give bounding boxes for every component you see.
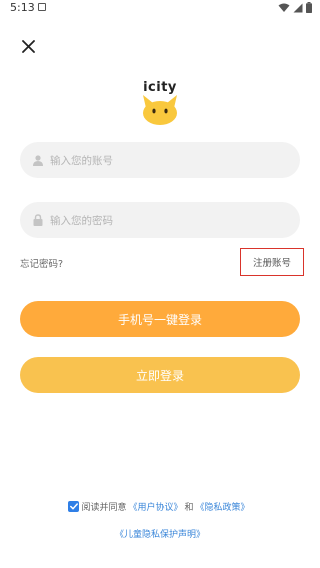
account-input[interactable]: 输入您的账号 bbox=[20, 142, 300, 178]
register-link[interactable]: 注册账号 bbox=[240, 248, 304, 276]
user-icon bbox=[32, 154, 44, 166]
agreement-row: 阅读并同意 《用户协议》 和 《隐私政策》 bbox=[0, 500, 320, 513]
check-icon bbox=[70, 503, 78, 510]
status-time: 5:13 bbox=[10, 1, 35, 14]
notification-icon bbox=[38, 3, 46, 11]
password-placeholder: 输入您的密码 bbox=[50, 214, 113, 227]
forgot-password-link[interactable]: 忘记密码? bbox=[20, 258, 63, 272]
app-logo: icity bbox=[138, 80, 182, 126]
agreement-and: 和 bbox=[184, 503, 194, 513]
password-input[interactable]: 输入您的密码 bbox=[20, 202, 300, 238]
battery-icon bbox=[306, 2, 312, 13]
children-privacy-link[interactable]: 《儿童隐私保护声明》 bbox=[0, 527, 320, 540]
privacy-policy-link[interactable]: 《隐私政策》 bbox=[196, 500, 250, 513]
close-icon bbox=[21, 39, 35, 53]
agreement-checkbox[interactable] bbox=[68, 501, 80, 512]
wifi-icon bbox=[278, 3, 290, 12]
login-button[interactable]: 立即登录 bbox=[20, 357, 300, 393]
status-icons bbox=[278, 2, 312, 13]
signal-icon bbox=[293, 3, 303, 12]
phone-login-button[interactable]: 手机号一键登录 bbox=[20, 301, 300, 337]
logo-mascot-icon bbox=[143, 95, 177, 125]
close-button[interactable] bbox=[18, 36, 38, 56]
logo-text: icity bbox=[143, 80, 177, 95]
lock-icon bbox=[32, 214, 44, 226]
account-placeholder: 输入您的账号 bbox=[50, 154, 113, 167]
user-agreement-link[interactable]: 《用户协议》 bbox=[128, 500, 182, 513]
agreement-prefix: 阅读并同意 bbox=[81, 503, 127, 513]
status-bar: 5:13 bbox=[0, 0, 320, 18]
